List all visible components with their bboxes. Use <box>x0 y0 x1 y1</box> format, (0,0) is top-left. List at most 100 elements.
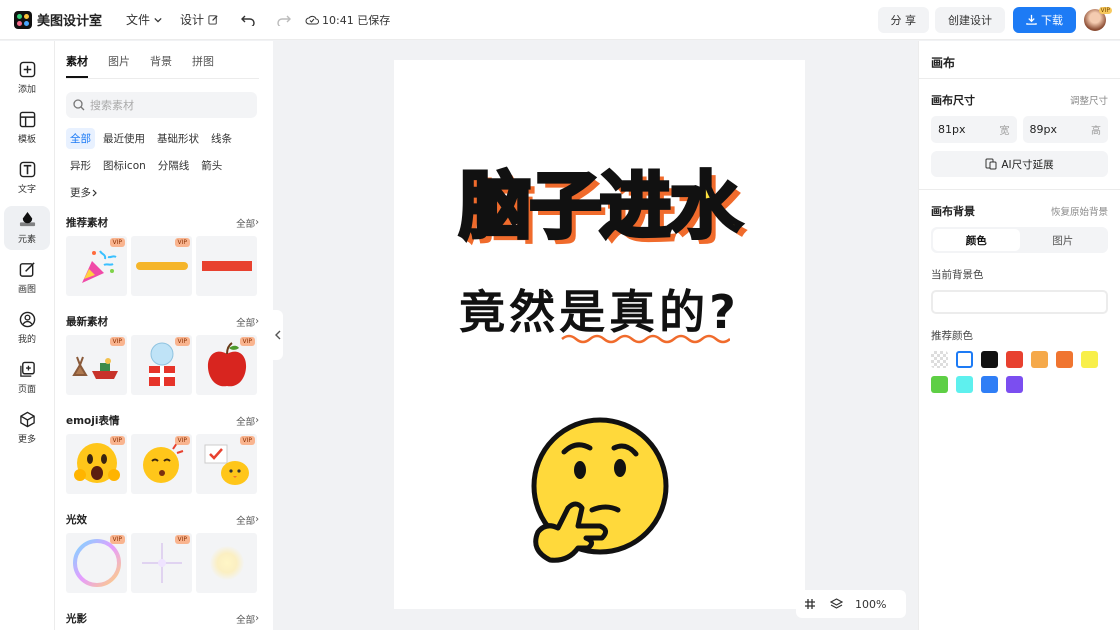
material-thumb-party-popper[interactable]: VIP <box>66 236 127 296</box>
thinking-face-icon[interactable] <box>520 410 680 570</box>
tab-background[interactable]: 背景 <box>150 53 172 78</box>
chip-all[interactable]: 全部 <box>66 128 95 149</box>
zoom-level[interactable]: 100% <box>855 598 886 611</box>
logo-icon <box>14 10 32 29</box>
search-input[interactable] <box>90 98 240 112</box>
color-swatch[interactable] <box>931 376 948 393</box>
save-status: 10:41 已保存 <box>305 12 390 28</box>
divider <box>919 189 1120 190</box>
material-thumb-snow-globe-gift[interactable]: VIP <box>131 335 192 395</box>
rail-item-template[interactable]: 模板 <box>4 106 50 150</box>
seg-image[interactable]: 图片 <box>1020 229 1107 251</box>
seg-color[interactable]: 颜色 <box>933 229 1020 251</box>
rail-item-draw[interactable]: 画图 <box>4 256 50 300</box>
width-field[interactable]: 81px 宽 <box>931 116 1017 143</box>
material-thumb-chick-sign[interactable]: VIP <box>196 434 257 494</box>
color-swatch[interactable] <box>1006 351 1023 368</box>
search-icon <box>73 99 85 111</box>
chip-recent[interactable]: 最近使用 <box>99 128 149 149</box>
see-all-link[interactable]: 全部 › <box>236 315 259 329</box>
material-thumb-bubble[interactable]: VIP <box>66 533 127 593</box>
chip-arrows[interactable]: 箭头 <box>197 155 226 176</box>
ai-resize-button[interactable]: AI尺寸延展 <box>931 151 1108 177</box>
material-thumb-brush-stroke[interactable]: VIP <box>131 236 192 296</box>
material-thumb-reindeer-sleigh[interactable]: VIP <box>66 335 127 395</box>
see-all-link[interactable]: 全部 › <box>236 513 259 527</box>
color-swatch[interactable] <box>981 351 998 368</box>
color-swatch[interactable] <box>1031 351 1048 368</box>
tab-image[interactable]: 图片 <box>108 53 130 78</box>
redo-button[interactable] <box>277 14 292 26</box>
see-all-link[interactable]: 全部 › <box>236 612 259 626</box>
canvas-artboard[interactable]: 脑子进水 竟然是真的? <box>394 60 805 609</box>
chip-irregular[interactable]: 异形 <box>66 155 95 176</box>
color-swatch[interactable] <box>956 376 973 393</box>
restore-bg-link[interactable]: 恢复原始背景 <box>1051 204 1108 218</box>
color-swatch[interactable] <box>931 351 948 368</box>
apple-icon <box>207 342 246 387</box>
app-logo[interactable]: 美图设计室 <box>14 10 102 29</box>
material-thumb-scared-emoji[interactable]: VIP <box>66 434 127 494</box>
current-bg-color-field[interactable] <box>931 290 1108 314</box>
reindeer-sleigh-icon <box>71 356 118 379</box>
share-button[interactable]: 分 享 <box>877 6 929 33</box>
see-all-link[interactable]: 全部 › <box>236 216 259 230</box>
chip-icons[interactable]: 图标icon <box>99 155 150 176</box>
search-box[interactable] <box>66 92 257 118</box>
resize-link[interactable]: 调整尺寸 <box>1070 93 1108 107</box>
rail-item-page[interactable]: 页面 <box>4 356 50 400</box>
color-swatch[interactable] <box>981 376 998 393</box>
material-thumb-shy-emoji[interactable]: VIP <box>131 434 192 494</box>
vip-badge: VIP <box>174 238 190 247</box>
undo-button[interactable] <box>241 14 255 26</box>
collapse-panel-button[interactable] <box>273 310 283 360</box>
material-thumb-glow[interactable] <box>196 533 257 593</box>
color-swatch[interactable] <box>1081 351 1098 368</box>
color-swatch[interactable] <box>1006 376 1023 393</box>
design-menu[interactable]: 设计 <box>180 11 219 28</box>
plus-square-icon <box>19 61 35 78</box>
color-swatch[interactable] <box>1056 351 1073 368</box>
rail-item-more[interactable]: 更多 <box>4 406 50 450</box>
file-menu[interactable]: 文件 <box>126 11 162 28</box>
create-design-button[interactable]: 创建设计 <box>935 6 1005 33</box>
wavy-underline[interactable] <box>560 333 730 345</box>
vip-badge: VIP <box>239 337 255 346</box>
material-thumb-red-bar[interactable] <box>196 236 257 296</box>
chip-basic-shapes[interactable]: 基础形状 <box>153 128 203 149</box>
chip-more[interactable]: 更多 <box>66 182 103 203</box>
see-all-link[interactable]: 全部 › <box>236 414 259 428</box>
rail-item-add[interactable]: 添加 <box>4 56 50 100</box>
grid-icon[interactable] <box>804 598 816 610</box>
inspector-title: 画布 <box>919 41 1120 79</box>
tab-collage[interactable]: 拼图 <box>192 53 214 78</box>
rail-item-mine[interactable]: 我的 <box>4 306 50 350</box>
rail-item-label: 模板 <box>17 135 36 145</box>
current-bg-label: 当前背景色 <box>931 269 984 281</box>
panel-tabs: 素材 图片 背景 拼图 <box>66 53 259 79</box>
user-icon <box>19 311 35 328</box>
avatar[interactable]: VIP <box>1084 6 1112 31</box>
height-unit: 高 <box>1091 126 1101 137</box>
headline-text[interactable]: 脑子进水 <box>394 147 805 252</box>
color-swatch[interactable] <box>956 351 973 368</box>
undo-icon <box>241 15 255 26</box>
rail-item-text[interactable]: 文字 <box>4 156 50 200</box>
chip-dividers[interactable]: 分隔线 <box>154 155 194 176</box>
glow-shape <box>209 546 244 580</box>
download-label: 下载 <box>1041 13 1063 27</box>
tab-material[interactable]: 素材 <box>66 53 88 78</box>
sparkle-icon <box>141 543 182 583</box>
height-field[interactable]: 89px 高 <box>1022 116 1108 143</box>
rail-item-elements[interactable]: 元素 <box>4 206 50 250</box>
chip-lines[interactable]: 线条 <box>207 128 236 149</box>
layers-icon[interactable] <box>830 598 843 610</box>
page-add-icon <box>19 361 35 377</box>
download-button[interactable]: 下载 <box>1013 6 1076 33</box>
app-name: 美图设计室 <box>37 14 103 29</box>
material-thumb-sparkle[interactable]: VIP <box>131 533 192 593</box>
material-thumb-apple[interactable]: VIP <box>196 335 257 395</box>
vip-badge: VIP <box>109 238 125 247</box>
chick-sign-icon <box>204 444 249 485</box>
vip-badge: VIP <box>174 436 190 445</box>
